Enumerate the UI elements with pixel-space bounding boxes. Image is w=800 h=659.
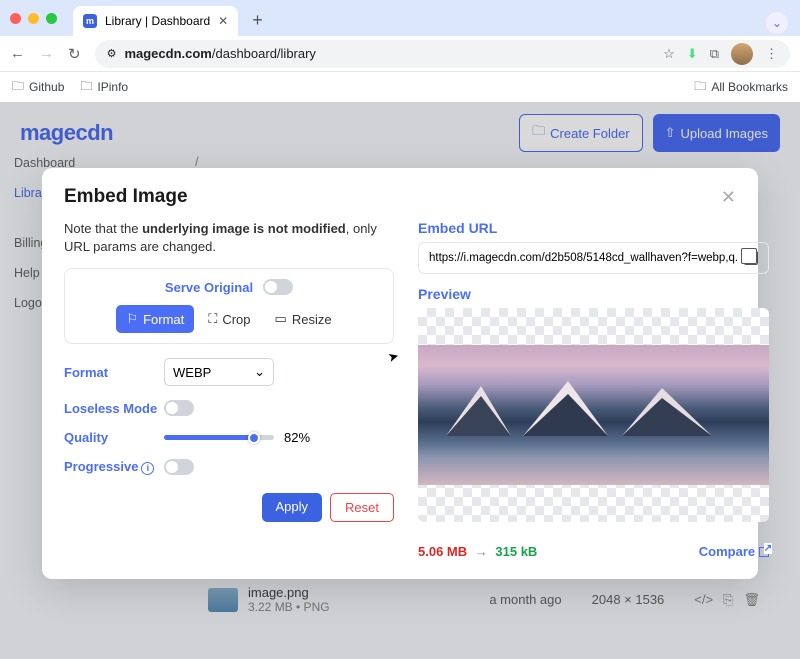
maximize-window-icon[interactable] xyxy=(46,13,57,24)
size-after: 315 kB xyxy=(495,544,537,559)
new-tab-button[interactable]: + xyxy=(252,6,263,31)
folder-icon: 🗀 xyxy=(80,77,92,98)
tab-crop[interactable]: ⛶Crop xyxy=(198,305,260,333)
bookmark-github[interactable]: 🗀Github xyxy=(12,77,64,98)
format-icon: ⚐ xyxy=(126,311,138,327)
embed-image-modal: Embed Image ✕ Note that the underlying i… xyxy=(42,168,758,579)
preview-image xyxy=(418,308,769,522)
profile-avatar[interactable] xyxy=(731,43,753,65)
site-info-icon[interactable]: ⚙ xyxy=(107,47,117,60)
back-icon[interactable]: ← xyxy=(10,45,25,62)
size-comparison: 5.06 MB → 315 kB xyxy=(418,544,537,559)
url-host: magecdn.com xyxy=(124,46,211,61)
tab-resize[interactable]: ▭Resize xyxy=(265,305,342,333)
tab-format[interactable]: ⚐Format xyxy=(116,305,194,333)
lossless-toggle[interactable] xyxy=(164,400,194,416)
progressive-toggle[interactable] xyxy=(164,459,194,475)
bookmarks-bar: 🗀Github 🗀IPinfo 🗀All Bookmarks xyxy=(0,72,800,102)
tab-title: Library | Dashboard xyxy=(105,14,210,28)
progressive-label: Progressivei xyxy=(64,459,164,475)
url-path: /dashboard/library xyxy=(212,46,316,61)
embed-url-label: Embed URL xyxy=(418,220,769,236)
external-link-icon xyxy=(759,547,769,557)
serve-original-label: Serve Original xyxy=(165,280,253,295)
star-icon[interactable]: ☆ xyxy=(663,46,675,62)
compare-link[interactable]: Compare xyxy=(699,544,769,559)
forward-icon[interactable]: → xyxy=(39,45,54,62)
preview-label: Preview xyxy=(418,286,769,302)
close-window-icon[interactable] xyxy=(10,13,21,24)
copy-url-icon[interactable] xyxy=(744,251,758,265)
embed-url-field[interactable]: https://i.magecdn.com/d2b508/5148cd_wall… xyxy=(418,242,769,274)
menu-icon[interactable]: ⋮ xyxy=(765,46,778,62)
reload-icon[interactable]: ↻ xyxy=(68,45,81,63)
size-before: 5.06 MB xyxy=(418,544,467,559)
browser-tab[interactable]: m Library | Dashboard ✕ xyxy=(73,6,238,36)
modal-title: Embed Image xyxy=(64,186,188,208)
extensions-icon[interactable]: ⧉ xyxy=(710,46,719,62)
favicon-icon: m xyxy=(83,14,97,28)
bookmark-ipinfo[interactable]: 🗀IPinfo xyxy=(80,77,128,98)
embed-url-value: https://i.magecdn.com/d2b508/5148cd_wall… xyxy=(429,252,738,264)
serve-original-toggle[interactable] xyxy=(263,279,293,295)
lossless-label: Loseless Mode xyxy=(64,401,164,416)
format-label: Format xyxy=(64,365,164,380)
collapse-icon[interactable]: ⌄ xyxy=(766,12,788,34)
quality-slider[interactable] xyxy=(164,435,274,440)
chevron-down-icon: ⌄ xyxy=(254,364,265,380)
window-controls xyxy=(10,13,57,24)
browser-tabstrip: m Library | Dashboard ✕ + ⌄ xyxy=(0,0,800,36)
quality-value: 82% xyxy=(284,430,310,445)
folder-icon: 🗀 xyxy=(12,77,24,98)
close-tab-icon[interactable]: ✕ xyxy=(218,14,228,28)
close-icon[interactable]: ✕ xyxy=(721,187,736,208)
address-bar[interactable]: ⚙ magecdn.com/dashboard/library ☆ ⬇ ⧉ ⋮ xyxy=(95,40,790,68)
info-icon[interactable]: i xyxy=(141,462,154,475)
reset-button[interactable]: Reset xyxy=(330,493,394,522)
arrow-icon: → xyxy=(475,544,488,559)
quality-label: Quality xyxy=(64,430,164,445)
format-select[interactable]: WEBP⌄ xyxy=(164,358,274,386)
bookmark-all[interactable]: 🗀All Bookmarks xyxy=(694,77,788,98)
minimize-window-icon[interactable] xyxy=(28,13,39,24)
resize-icon: ▭ xyxy=(275,311,287,327)
folder-icon: 🗀 xyxy=(694,77,706,98)
browser-toolbar: ← → ↻ ⚙ magecdn.com/dashboard/library ☆ … xyxy=(0,36,800,72)
apply-button[interactable]: Apply xyxy=(262,493,323,522)
crop-icon: ⛶ xyxy=(208,311,217,327)
download-icon[interactable]: ⬇ xyxy=(687,46,698,62)
modal-note: Note that the underlying image is not mo… xyxy=(64,220,394,256)
